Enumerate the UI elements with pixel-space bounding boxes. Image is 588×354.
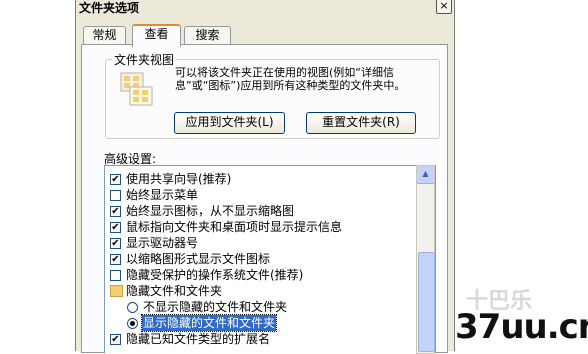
folder-views-description: 可以将该文件夹正在使用的视图(例如“详细信息”或“图标”)应用到所有这种类型的文… <box>175 66 406 92</box>
item-label: 显示驱动器号 <box>126 236 199 250</box>
checkbox[interactable] <box>110 190 121 201</box>
title-bar: 文件夹选项 × <box>76 0 454 16</box>
reset-folders-button[interactable]: 重置文件夹(R) <box>306 112 416 134</box>
radio-button[interactable] <box>127 318 138 329</box>
item-label: 隐藏已知文件类型的扩展名 <box>126 332 271 346</box>
item-label: 鼠标指向文件夹和桌面项时显示提示信息 <box>126 220 343 234</box>
advanced-settings-list[interactable]: ✔ 使用共享向导(推荐) 始终显示菜单 ✔ 始终显示图标，从不显示缩略图 ✔ 鼠… <box>104 165 436 353</box>
window-title: 文件夹选项 <box>79 1 140 15</box>
item-label: 隐藏受保护的操作系统文件(推荐) <box>126 268 304 282</box>
radio-button[interactable] <box>127 302 138 313</box>
tab-view[interactable]: 查看 <box>132 24 181 47</box>
item-label: 始终显示图标，从不显示缩略图 <box>126 204 295 218</box>
item-label: 隐藏文件和文件夹 <box>126 284 223 298</box>
tab-search[interactable]: 搜索 <box>184 26 231 45</box>
item-label: 以缩略图形式显示文件图标 <box>126 252 271 266</box>
scroll-up-icon[interactable]: ▲ <box>417 166 434 184</box>
item-label: 始终显示菜单 <box>126 188 199 202</box>
view-tab-panel: 文件夹视图 可以将该文件夹正在使用的视图(例如“详细信息”或“图标”)应用到所有… <box>81 44 448 354</box>
checkbox[interactable]: ✔ <box>110 334 121 345</box>
checkbox[interactable]: ✔ <box>110 174 121 185</box>
folder-views-label: 文件夹视图 <box>112 51 177 68</box>
checkbox[interactable]: ✔ <box>110 222 121 233</box>
apply-to-folders-button[interactable]: 应用到文件夹(L) <box>174 112 285 134</box>
tab-general[interactable]: 常规 <box>83 26 126 45</box>
checkbox[interactable]: ✔ <box>110 254 121 265</box>
folder-icon <box>110 285 123 297</box>
folder-view-icon <box>120 72 153 106</box>
checkbox[interactable]: ✔ <box>110 238 121 249</box>
item-label-selected: 显示隐藏的文件和文件夹 <box>140 314 278 332</box>
checkbox[interactable] <box>110 270 121 281</box>
scrollbar-thumb[interactable] <box>418 252 435 352</box>
checkbox[interactable]: ✔ <box>110 206 121 217</box>
close-button[interactable]: × <box>436 0 452 14</box>
site-watermark: 37uu.cn <box>455 307 588 347</box>
item-label: 不显示隐藏的文件和文件夹 <box>143 300 288 314</box>
list-scrollbar[interactable]: ▲ <box>416 165 435 354</box>
folder-options-dialog: 文件夹选项 × 常规 查看 搜索 文件夹视图 可以将该文件夹正在使用的视图(例如… <box>75 0 455 354</box>
item-label: 使用共享向导(推荐) <box>126 172 232 186</box>
